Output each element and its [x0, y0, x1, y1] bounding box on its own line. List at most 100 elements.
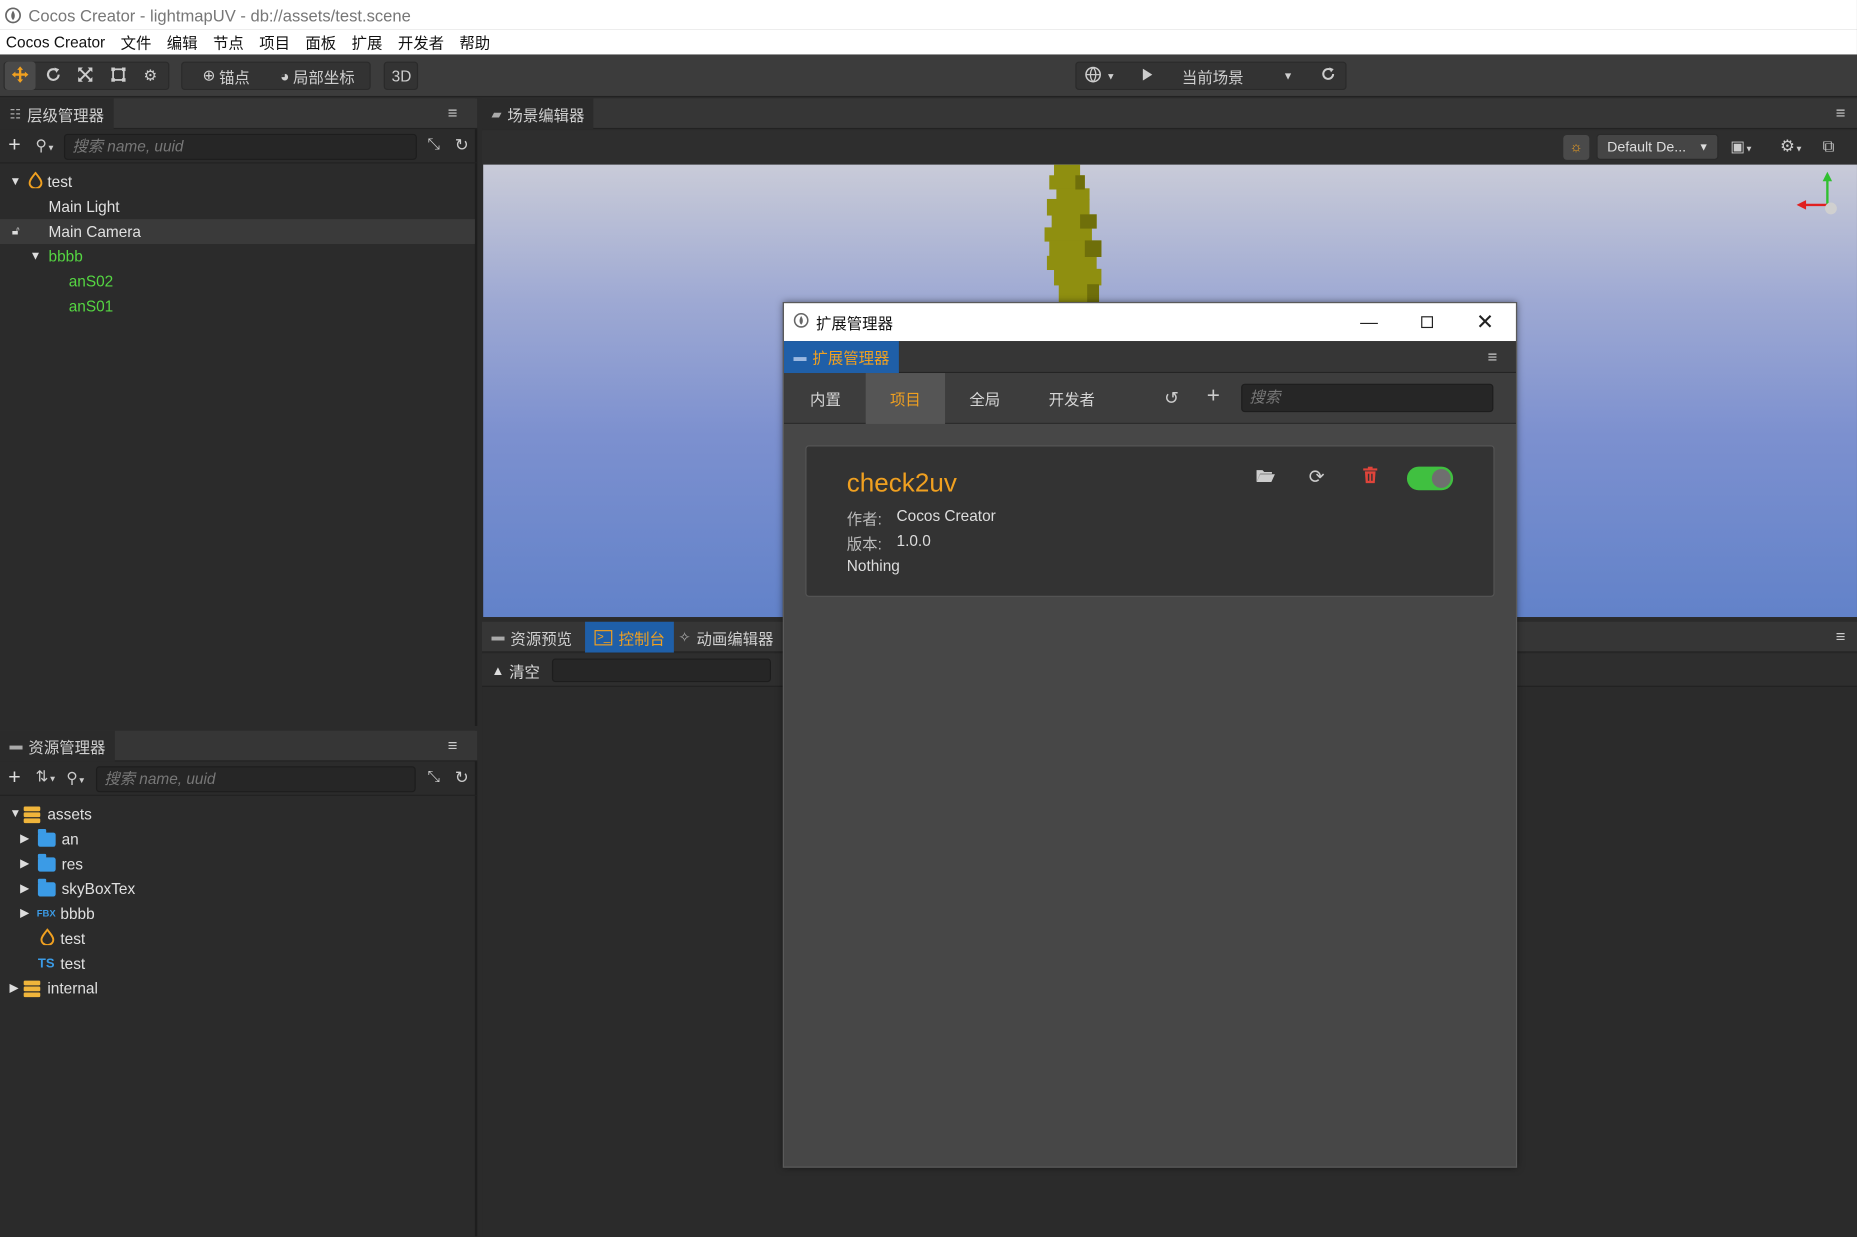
sort-dropdown[interactable]: ⇅▼: [36, 767, 57, 786]
assets-search-input[interactable]: 搜索 name, uuid: [95, 766, 416, 793]
caret-right-icon: ▶: [20, 907, 30, 921]
tab-console[interactable]: >_ 控制台: [585, 621, 675, 653]
rect-tool-button[interactable]: [103, 62, 134, 90]
reload-extension-button[interactable]: ⟳: [1309, 465, 1325, 489]
panel-menu-icon[interactable]: ≡: [448, 737, 465, 754]
spiral-icon: ↺: [1164, 388, 1180, 409]
camera-select-dropdown[interactable]: Default De... ▼: [1596, 133, 1719, 160]
extension-search-input[interactable]: 搜索: [1241, 383, 1494, 413]
maximize-scene-icon[interactable]: ⧉: [1823, 136, 1835, 156]
move-tool-button[interactable]: [4, 61, 36, 91]
view-mode-dropdown[interactable]: ▣▼: [1730, 137, 1753, 156]
tab-project[interactable]: 项目: [865, 373, 946, 424]
asset-item-test-scene[interactable]: test: [40, 926, 85, 951]
tab-global[interactable]: 全局: [945, 373, 1024, 424]
maximize-button[interactable]: [1399, 303, 1456, 341]
scene-settings-dropdown[interactable]: ⚙▼: [1780, 136, 1803, 156]
asset-item-label: test: [60, 929, 86, 948]
import-extension-button[interactable]: ↺: [1164, 387, 1179, 408]
global-tab-label: 全局: [969, 390, 1001, 409]
tab-asset-preview[interactable]: ▬ 资源预览: [482, 622, 581, 653]
asset-item-test-script[interactable]: TS test: [38, 951, 85, 976]
tree-item-ans01[interactable]: anS01: [69, 294, 114, 319]
search-type-dropdown[interactable]: ⚲▼: [66, 769, 86, 788]
refresh-icon: ⟳: [1308, 467, 1325, 488]
tree-item-scene-test[interactable]: ▼ test: [9, 169, 72, 194]
asset-item-internal[interactable]: ▶ internal: [9, 976, 97, 1001]
asset-item-bbbb-fbx[interactable]: ▶ FBX bbbb: [20, 901, 95, 926]
tab-animation-editor[interactable]: ✧ 动画编辑器: [669, 622, 783, 653]
console-filter-input[interactable]: [551, 658, 771, 683]
minimize-button[interactable]: —: [1341, 303, 1398, 341]
asset-item-an[interactable]: ▶ an: [20, 827, 79, 852]
lighting-toggle-button[interactable]: ☼: [1563, 135, 1590, 160]
add-node-button[interactable]: +: [8, 133, 20, 158]
minimize-icon: —: [1360, 312, 1378, 333]
asset-item-res[interactable]: ▶ res: [20, 852, 83, 877]
delete-extension-button[interactable]: [1363, 466, 1378, 488]
menu-developer[interactable]: 开发者: [398, 31, 444, 54]
add-asset-button[interactable]: +: [8, 765, 20, 790]
panel-menu-icon[interactable]: ≡: [1487, 348, 1504, 365]
tree-item-label: bbbb: [48, 247, 83, 266]
camera-icon: ▣: [1730, 137, 1745, 156]
scale-tool-button[interactable]: [70, 62, 101, 90]
image-icon: ▬: [491, 630, 505, 645]
menu-panel[interactable]: 面板: [305, 31, 336, 54]
platform-select-button[interactable]: ▼: [1080, 62, 1120, 90]
broom-icon: ▲: [491, 663, 505, 679]
menu-extension[interactable]: 扩展: [352, 31, 383, 54]
panel-menu-icon[interactable]: ≡: [1836, 628, 1853, 645]
panel-menu-icon[interactable]: ≡: [448, 104, 465, 121]
tab-assets[interactable]: ▬ 资源管理器: [0, 730, 115, 762]
extension-enabled-toggle[interactable]: [1406, 466, 1454, 491]
3d-mode-button[interactable]: 3D: [385, 62, 418, 90]
asset-item-skyboxtex[interactable]: ▶ skyBoxTex: [20, 876, 135, 901]
tree-item-main-camera[interactable]: 🔓︎ Main Camera: [0, 219, 475, 244]
tab-hierarchy[interactable]: ☷ 层级管理器: [0, 98, 114, 130]
refresh-icon[interactable]: ↻: [455, 767, 469, 787]
collapse-all-icon[interactable]: ⤡: [428, 135, 440, 154]
caret-right-icon: ▶: [20, 832, 30, 846]
close-button[interactable]: ✕: [1457, 303, 1514, 341]
menu-edit[interactable]: 编辑: [167, 31, 198, 54]
tree-item-main-light[interactable]: Main Light: [49, 194, 120, 219]
asset-item-label: bbbb: [60, 904, 95, 923]
clear-console-button[interactable]: ▲ 清空: [491, 660, 539, 683]
refresh-icon[interactable]: ↻: [455, 135, 469, 155]
search-type-dropdown[interactable]: ⚲▼: [36, 136, 56, 155]
package-icon: ▬: [793, 349, 807, 365]
menu-project[interactable]: 项目: [259, 31, 290, 54]
menu-help[interactable]: 帮助: [459, 31, 490, 54]
sun-icon: ☼: [1569, 138, 1583, 156]
tab-scene-editor[interactable]: ▰ 场景编辑器: [482, 98, 594, 130]
asset-item-label: internal: [47, 979, 98, 998]
transform-settings-button[interactable]: ⚙: [135, 62, 166, 90]
rotate-tool-button[interactable]: [38, 62, 69, 90]
asset-item-assets[interactable]: ▼ assets: [9, 802, 91, 827]
menu-file[interactable]: 文件: [121, 31, 152, 54]
scene-select-dropdown[interactable]: 当前场景 ▼: [1172, 62, 1302, 90]
rotate-icon: [45, 66, 62, 86]
tree-item-bbbb[interactable]: ▼ bbbb: [30, 244, 83, 269]
rect-transform-icon: [110, 66, 127, 86]
refresh-preview-button[interactable]: [1312, 62, 1343, 90]
open-folder-button[interactable]: [1255, 468, 1275, 488]
anchor-toggle-button[interactable]: ⊕ 锚点: [189, 62, 262, 90]
clear-label: 清空: [509, 663, 540, 681]
tab-builtin[interactable]: 内置: [784, 373, 867, 424]
play-button[interactable]: [1131, 62, 1164, 90]
collapse-all-icon[interactable]: ⤡: [428, 767, 440, 786]
cocos-logo-icon: [793, 312, 809, 332]
panel-menu-icon[interactable]: ≡: [1836, 104, 1853, 121]
local-coords-toggle-button[interactable]: ◕ 局部坐标: [270, 62, 365, 90]
menu-node[interactable]: 节点: [213, 31, 244, 54]
axis-gizmo-icon[interactable]: [1792, 169, 1851, 223]
tree-item-ans02[interactable]: anS02: [69, 269, 114, 294]
add-extension-button[interactable]: +: [1207, 384, 1220, 410]
gear-icon: ⚙: [1780, 136, 1795, 156]
menu-cocos-creator[interactable]: Cocos Creator: [6, 33, 105, 51]
tab-developer[interactable]: 开发者: [1030, 373, 1113, 424]
hierarchy-search-input[interactable]: 搜索 name, uuid: [63, 133, 417, 160]
tab-extension-manager[interactable]: ▬ 扩展管理器: [784, 341, 899, 374]
